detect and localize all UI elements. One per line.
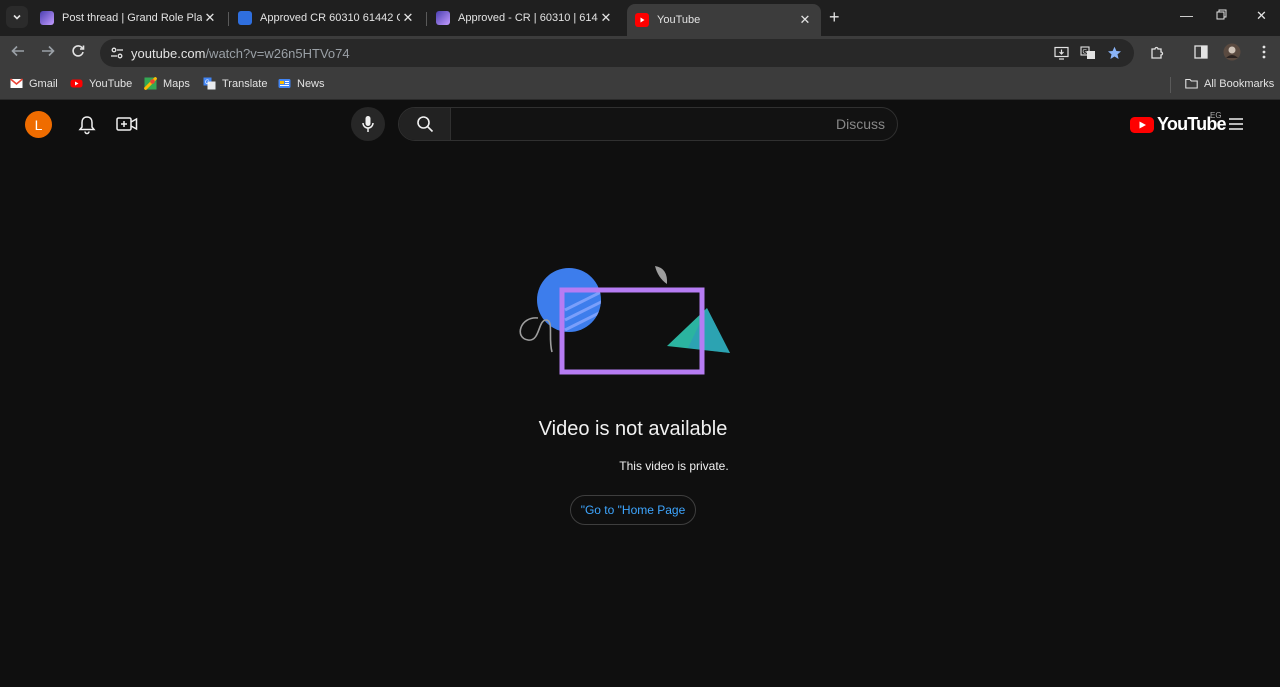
doc-favicon-icon [238, 11, 252, 25]
youtube-favicon-icon [635, 13, 649, 27]
tab-approved-cr-2[interactable]: Approved - CR | 60310 | 61442 | ✕ [428, 4, 622, 32]
voice-search-button[interactable] [351, 107, 385, 141]
url-host: youtube.com [131, 46, 206, 61]
bookmark-star-icon[interactable] [1107, 46, 1122, 65]
search-button[interactable] [399, 108, 451, 140]
bookmark-label: Maps [163, 77, 190, 90]
news-icon [278, 79, 291, 88]
tab-title: YouTube [657, 14, 701, 26]
new-tab-icon[interactable]: + [829, 7, 840, 28]
grp-favicon-icon [40, 11, 54, 25]
youtube-logo-icon [1130, 116, 1154, 133]
avatar[interactable]: L [25, 111, 52, 138]
close-icon[interactable]: ✕ [400, 10, 416, 26]
microphone-icon [362, 116, 374, 132]
unavailable-illustration [519, 266, 730, 375]
youtube-icon [70, 79, 83, 88]
tab-approved-cr-1[interactable]: Approved CR 60310 61442 Gran ✕ [230, 4, 424, 32]
more-menu-icon[interactable] [1262, 45, 1266, 64]
all-bookmarks[interactable]: All Bookmarks [1185, 77, 1274, 90]
error-subtitle: This video is private. [619, 459, 729, 473]
profile-avatar[interactable] [1223, 43, 1241, 66]
url-path: /watch?v=w26n5HTVo74 [205, 46, 350, 61]
address-bar[interactable]: youtube.com/watch?v=w26n5HTVo74 G [100, 39, 1134, 67]
bookmark-label: News [297, 77, 325, 90]
maps-icon [144, 77, 157, 90]
tab-title: Approved CR 60310 61442 Gran [260, 12, 400, 24]
country-code: EG [1210, 111, 1222, 120]
notifications-bell-icon[interactable] [78, 115, 96, 140]
browser-toolbar: youtube.com/watch?v=w26n5HTVo74 G [0, 36, 1280, 69]
svg-text:G: G [205, 80, 210, 86]
bookmark-label: Translate [222, 77, 268, 90]
bookmark-label: YouTube [89, 77, 133, 90]
svg-text:G: G [1083, 50, 1088, 56]
youtube-logo[interactable]: YouTube EG [1130, 111, 1227, 135]
forward-icon[interactable] [41, 44, 55, 61]
close-icon[interactable]: ✕ [202, 10, 218, 26]
search-icon [416, 116, 433, 133]
install-app-icon[interactable] [1054, 46, 1069, 65]
search-input[interactable] [452, 108, 897, 140]
bookmark-news[interactable]: News [278, 77, 325, 90]
site-info-icon[interactable] [110, 46, 124, 65]
close-icon[interactable]: ✕ [598, 10, 614, 26]
tab-search-button[interactable] [6, 6, 28, 28]
bookmark-maps[interactable]: Maps [144, 77, 190, 90]
tab-title: Post thread | Grand Role Play | F [62, 12, 202, 24]
side-panel-icon[interactable] [1194, 45, 1208, 64]
extensions-icon[interactable] [1150, 45, 1165, 65]
minimize-icon[interactable]: — [1180, 8, 1193, 23]
translate-page-icon[interactable]: G [1080, 46, 1096, 65]
gmail-icon [10, 78, 23, 88]
reload-icon[interactable] [71, 44, 85, 61]
close-icon[interactable]: ✕ [797, 12, 813, 28]
youtube-header: L YouTube EG [0, 101, 1280, 149]
translate-icon: G [203, 77, 216, 90]
tab-youtube[interactable]: YouTube ✕ [627, 4, 821, 36]
bookmarks-bar: Gmail YouTube Maps G Translate News All … [0, 69, 1280, 100]
bookmark-youtube[interactable]: YouTube [70, 77, 132, 90]
bookmark-gmail[interactable]: Gmail [10, 77, 58, 90]
go-home-button[interactable]: "Go to "Home Page [570, 495, 696, 525]
create-video-icon[interactable] [116, 116, 138, 137]
restore-icon[interactable] [1216, 8, 1227, 23]
bookmark-label: Gmail [29, 77, 58, 90]
all-bookmarks-label: All Bookmarks [1204, 77, 1275, 90]
folder-icon [1185, 78, 1198, 89]
error-title: Video is not available [538, 418, 728, 440]
tab-title: Approved - CR | 60310 | 61442 | [458, 12, 598, 24]
grp-favicon-icon [436, 11, 450, 25]
bookmark-translate[interactable]: G Translate [203, 77, 267, 90]
tab-post-thread[interactable]: Post thread | Grand Role Play | F ✕ [32, 4, 226, 32]
search-box [398, 107, 898, 141]
chevron-down-icon [13, 14, 21, 20]
window-close-icon[interactable]: ✕ [1256, 8, 1267, 24]
back-icon[interactable] [11, 44, 25, 61]
guide-menu-icon[interactable] [1228, 117, 1244, 136]
tab-strip: Post thread | Grand Role Play | F ✕ Appr… [0, 0, 1280, 36]
url-text[interactable]: youtube.com/watch?v=w26n5HTVo74 [131, 46, 350, 61]
